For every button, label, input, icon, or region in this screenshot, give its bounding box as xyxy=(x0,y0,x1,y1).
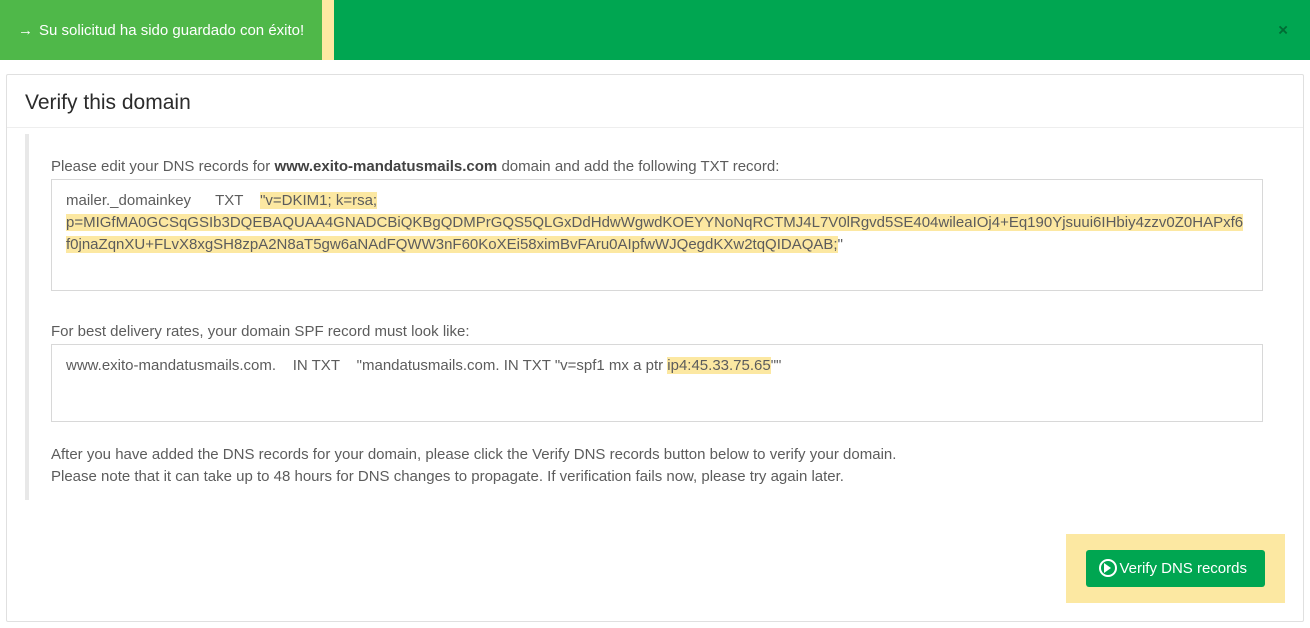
panel-body: Please edit your DNS records for www.exi… xyxy=(7,134,1303,520)
spf-host: www.exito-mandatusmails.com. xyxy=(66,357,276,374)
alert-message: Su solicitud ha sido guardado con éxito! xyxy=(39,22,304,39)
verify-button-highlight: Verify DNS records xyxy=(1066,534,1285,603)
alert-close-button[interactable]: × xyxy=(1274,18,1292,43)
dkim-host: mailer._domainkey xyxy=(66,192,191,209)
arrow-right-icon: → xyxy=(18,22,33,39)
panel-title: Verify this domain xyxy=(7,75,1303,128)
dkim-record-box: mailer._domainkey TXT "v=DKIM1; k=rsa; p=M… xyxy=(51,179,1263,291)
spf-record-box: www.exito-mandatusmails.com. IN TXT "man… xyxy=(51,344,1263,422)
dkim-value-line2: f0jnaZqnXU+FLvX8xgSH8zpA2N8aT5gw6aNAdFQW… xyxy=(66,236,838,253)
dkim-value-line1: p=MIGfMA0GCSqGSIb3DQEBAQUAA4GNADCBiQKBgQ… xyxy=(66,214,1243,231)
panel-footer: Verify DNS records xyxy=(7,520,1303,621)
dkim-value-suffix: " xyxy=(838,236,843,253)
spf-value-post: "" xyxy=(771,357,782,374)
play-circle-icon xyxy=(1104,563,1111,573)
after-instructions: After you have added the DNS records for… xyxy=(51,444,1263,488)
verify-dns-label: Verify DNS records xyxy=(1119,560,1247,577)
success-alert: → Su solicitud ha sido guardado con éxit… xyxy=(0,0,1310,60)
spf-in-txt: IN TXT xyxy=(293,357,340,374)
spf-value-pre: "mandatusmails.com. IN TXT "v=spf1 mx a … xyxy=(357,357,668,374)
dkim-value-prefix: "v=DKIM1; k=rsa; xyxy=(260,192,377,209)
dns-intro-pre: Please edit your DNS records for xyxy=(51,158,274,175)
alert-highlight-wrap: → Su solicitud ha sido guardado con éxit… xyxy=(0,0,334,60)
spf-instruction: For best delivery rates, your domain SPF… xyxy=(51,323,1263,340)
spf-ip: ip4:45.33.75.65 xyxy=(667,357,770,374)
verify-domain-panel: Verify this domain Please edit your DNS … xyxy=(6,74,1304,622)
after-line-1: After you have added the DNS records for… xyxy=(51,444,1263,466)
dns-intro-post: domain and add the following TXT record: xyxy=(497,158,779,175)
dns-instruction: Please edit your DNS records for www.exi… xyxy=(51,158,1263,175)
dkim-type: TXT xyxy=(215,192,243,209)
verify-dns-button[interactable]: Verify DNS records xyxy=(1086,550,1265,587)
alert-message-container: → Su solicitud ha sido guardado con éxit… xyxy=(0,0,322,60)
domain-name: www.exito-mandatusmails.com xyxy=(274,158,497,175)
content-column: Please edit your DNS records for www.exi… xyxy=(25,134,1285,500)
after-line-2: Please note that it can take up to 48 ho… xyxy=(51,466,1263,488)
